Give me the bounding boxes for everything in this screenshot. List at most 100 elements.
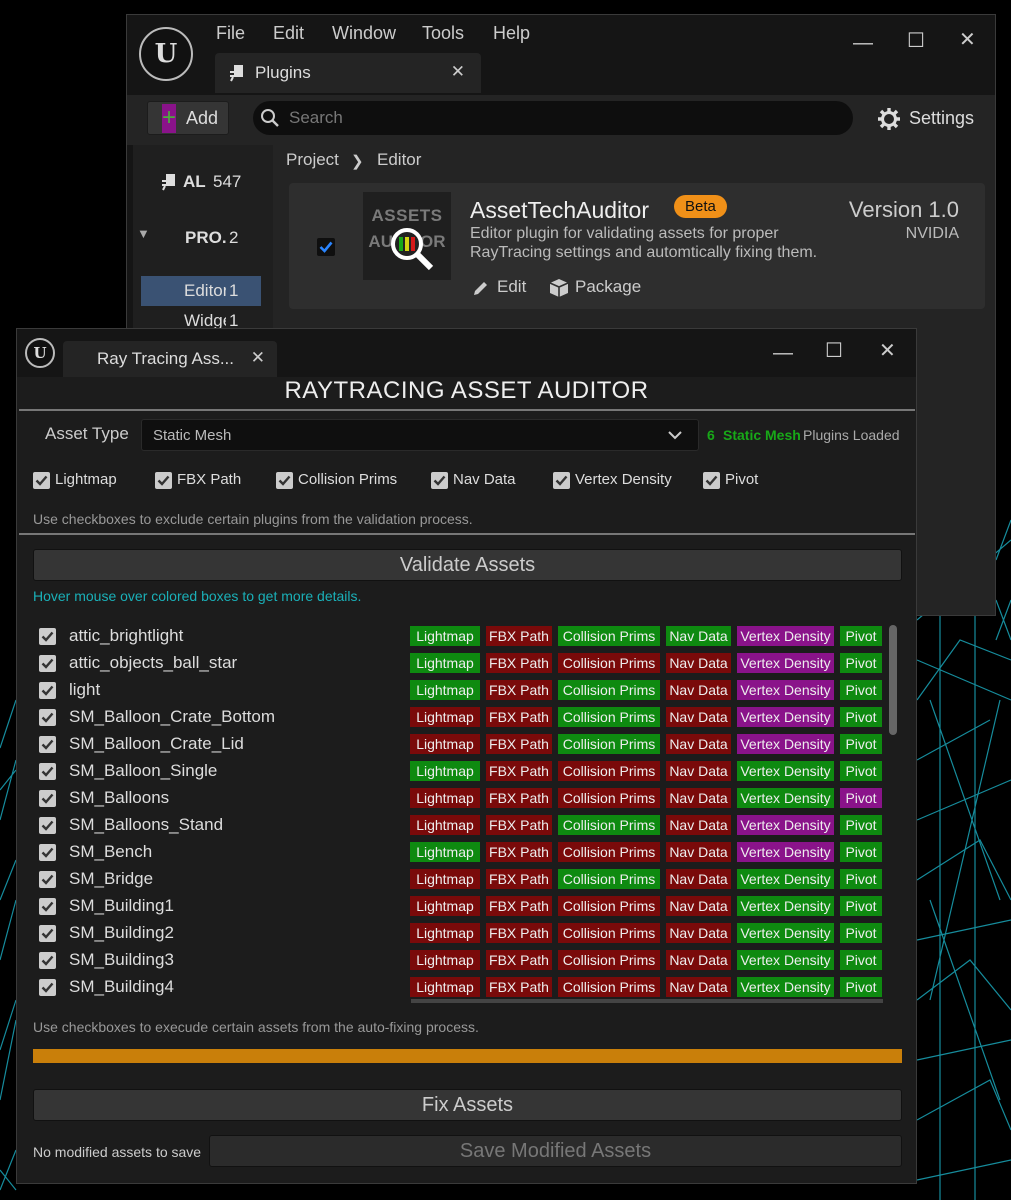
plugin-checkbox[interactable] xyxy=(33,472,50,489)
status-box[interactable]: Nav Data xyxy=(666,761,731,781)
status-box[interactable]: Lightmap xyxy=(410,734,480,754)
status-box[interactable]: Pivot xyxy=(840,788,882,808)
sidebar-item-all[interactable]: AL 547 xyxy=(133,167,273,197)
status-box[interactable]: Pivot xyxy=(840,842,882,862)
status-box[interactable]: Vertex Density xyxy=(737,761,834,781)
maximize-icon[interactable]: ☐ xyxy=(907,31,925,51)
status-box[interactable]: Vertex Density xyxy=(737,788,834,808)
status-box[interactable]: Collision Prims xyxy=(558,977,660,997)
status-box[interactable]: Nav Data xyxy=(666,842,731,862)
status-box[interactable]: Collision Prims xyxy=(558,626,660,646)
sidebar-item-editor[interactable]: Editor 1 xyxy=(141,276,261,306)
status-box[interactable]: Vertex Density xyxy=(737,950,834,970)
status-box[interactable]: Lightmap xyxy=(410,815,480,835)
breadcrumb-editor[interactable]: Editor xyxy=(377,150,421,170)
tab-ray-tracing[interactable]: Ray Tracing Ass... ✕ xyxy=(63,341,277,377)
status-box[interactable]: FBX Path xyxy=(486,734,552,754)
status-box[interactable]: Collision Prims xyxy=(558,788,660,808)
asset-checkbox[interactable] xyxy=(39,790,56,807)
status-box[interactable]: Vertex Density xyxy=(737,842,834,862)
asset-checkbox[interactable] xyxy=(39,952,56,969)
status-box[interactable]: Pivot xyxy=(840,977,882,997)
status-box[interactable]: Lightmap xyxy=(410,707,480,727)
status-box[interactable]: FBX Path xyxy=(486,977,552,997)
status-box[interactable]: Vertex Density xyxy=(737,923,834,943)
status-box[interactable]: Collision Prims xyxy=(558,842,660,862)
asset-checkbox[interactable] xyxy=(39,871,56,888)
status-box[interactable]: Vertex Density xyxy=(737,815,834,835)
sidebar-item-project[interactable]: ▼ PRO. 2 xyxy=(133,223,273,253)
status-box[interactable]: FBX Path xyxy=(486,707,552,727)
save-modified-assets-button[interactable]: Save Modified Assets xyxy=(209,1135,902,1167)
status-box[interactable]: Lightmap xyxy=(410,653,480,673)
status-box[interactable]: Vertex Density xyxy=(737,869,834,889)
status-box[interactable]: FBX Path xyxy=(486,815,552,835)
status-box[interactable]: Collision Prims xyxy=(558,707,660,727)
asset-type-select[interactable]: Static Mesh xyxy=(141,419,699,451)
plugin-checkbox[interactable] xyxy=(276,472,293,489)
asset-checkbox[interactable] xyxy=(39,628,56,645)
tab-plugins[interactable]: Plugins ✕ xyxy=(215,53,481,93)
status-box[interactable]: Vertex Density xyxy=(737,707,834,727)
asset-checkbox[interactable] xyxy=(39,898,56,915)
asset-checkbox[interactable] xyxy=(39,925,56,942)
status-box[interactable]: Collision Prims xyxy=(558,950,660,970)
asset-checkbox[interactable] xyxy=(39,709,56,726)
status-box[interactable]: Nav Data xyxy=(666,707,731,727)
status-box[interactable]: Pivot xyxy=(840,815,882,835)
status-box[interactable]: Collision Prims xyxy=(558,761,660,781)
add-button[interactable]: + Add xyxy=(147,101,229,135)
menu-window[interactable]: Window xyxy=(332,23,396,44)
status-box[interactable]: FBX Path xyxy=(486,950,552,970)
status-box[interactable]: FBX Path xyxy=(486,923,552,943)
status-box[interactable]: Pivot xyxy=(840,869,882,889)
asset-checkbox[interactable] xyxy=(39,844,56,861)
status-box[interactable]: Nav Data xyxy=(666,680,731,700)
status-box[interactable]: Pivot xyxy=(840,680,882,700)
status-box[interactable]: Pivot xyxy=(840,626,882,646)
plugin-enabled-checkbox[interactable] xyxy=(317,238,335,256)
status-box[interactable]: Nav Data xyxy=(666,869,731,889)
tab-close-icon[interactable]: ✕ xyxy=(251,348,265,368)
status-box[interactable]: Lightmap xyxy=(410,680,480,700)
status-box[interactable]: Lightmap xyxy=(410,842,480,862)
status-box[interactable]: Lightmap xyxy=(410,923,480,943)
status-box[interactable]: FBX Path xyxy=(486,680,552,700)
plugin-checkbox[interactable] xyxy=(431,472,448,489)
status-box[interactable]: Pivot xyxy=(840,923,882,943)
status-box[interactable]: Lightmap xyxy=(410,761,480,781)
status-box[interactable]: Collision Prims xyxy=(558,680,660,700)
minimize-icon[interactable]: — xyxy=(853,33,873,53)
status-box[interactable]: Vertex Density xyxy=(737,896,834,916)
plugin-checkbox[interactable] xyxy=(703,472,720,489)
status-box[interactable]: Lightmap xyxy=(410,896,480,916)
asset-checkbox[interactable] xyxy=(39,817,56,834)
status-box[interactable]: Collision Prims xyxy=(558,653,660,673)
close-icon[interactable]: ✕ xyxy=(879,341,896,361)
status-box[interactable]: FBX Path xyxy=(486,626,552,646)
asset-checkbox[interactable] xyxy=(39,736,56,753)
fix-assets-button[interactable]: Fix Assets xyxy=(33,1089,902,1121)
chevron-down-icon[interactable]: ▼ xyxy=(137,226,150,241)
menu-file[interactable]: File xyxy=(216,23,245,44)
status-box[interactable]: Nav Data xyxy=(666,788,731,808)
search-input[interactable]: Search xyxy=(253,101,853,135)
minimize-icon[interactable]: — xyxy=(773,343,793,363)
status-box[interactable]: Nav Data xyxy=(666,626,731,646)
status-box[interactable]: Nav Data xyxy=(666,923,731,943)
status-box[interactable]: FBX Path xyxy=(486,869,552,889)
status-box[interactable]: Vertex Density xyxy=(737,734,834,754)
status-box[interactable]: Pivot xyxy=(840,950,882,970)
status-box[interactable]: FBX Path xyxy=(486,653,552,673)
unreal-logo-icon[interactable]: U xyxy=(25,338,55,368)
status-box[interactable]: Lightmap xyxy=(410,869,480,889)
asset-checkbox[interactable] xyxy=(39,979,56,996)
status-box[interactable]: Lightmap xyxy=(410,950,480,970)
status-box[interactable]: Nav Data xyxy=(666,896,731,916)
status-box[interactable]: Pivot xyxy=(840,734,882,754)
status-box[interactable]: Vertex Density xyxy=(737,626,834,646)
status-box[interactable]: Collision Prims xyxy=(558,734,660,754)
status-box[interactable]: Nav Data xyxy=(666,950,731,970)
status-box[interactable]: Collision Prims xyxy=(558,923,660,943)
menu-help[interactable]: Help xyxy=(493,23,530,44)
